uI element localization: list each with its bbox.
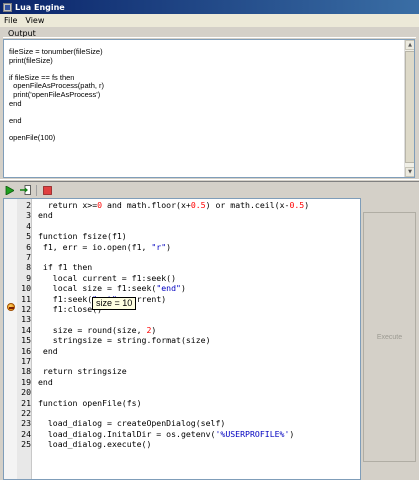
line-number: 2 (26, 200, 31, 210)
output-panel[interactable]: fileSize = tonumber(fileSize) print(fileS… (3, 39, 415, 178)
output-line: print('openFileAsProcess') (9, 89, 101, 99)
code-text[interactable]: function fsize(f1) (38, 231, 127, 241)
execute-label: Execute (376, 333, 403, 341)
run-button[interactable] (3, 184, 16, 196)
code-text[interactable]: return stringsize (38, 366, 127, 376)
line-number: 9 (26, 272, 31, 283)
line-number: 19 (21, 376, 31, 387)
code-line[interactable]: 13 (4, 314, 360, 325)
play-icon (5, 185, 14, 195)
line-number: 17 (21, 356, 31, 366)
code-line[interactable]: 22 (4, 408, 360, 418)
output-line: openFile(100) (9, 132, 56, 142)
variable-tooltip: size = 10 (92, 297, 136, 310)
code-text[interactable]: stringsize = string.format(size) (38, 335, 211, 345)
code-line[interactable]: 17 (4, 356, 360, 366)
output-scrollbar[interactable]: ▲ ▼ (404, 40, 414, 177)
line-number: 11 (21, 293, 31, 304)
output-line: end (9, 115, 22, 125)
code-line[interactable]: 16 end (4, 345, 360, 356)
code-line[interactable]: 18 return stringsize (4, 366, 360, 377)
scroll-up-arrow-icon[interactable]: ▲ (405, 40, 414, 50)
title-bar[interactable]: Lua Engine (0, 0, 419, 14)
code-line[interactable]: 24 load_dialog.InitalDir = os.getenv('%U… (4, 428, 360, 439)
line-number: 15 (21, 335, 31, 346)
code-text[interactable]: local size = f1:seek("end") (38, 283, 186, 293)
line-number: 12 (21, 304, 31, 314)
output-text: fileSize = tonumber(fileSize) print(fileS… (9, 47, 104, 143)
code-line[interactable]: 23 load_dialog = createOpenDialog(self) (4, 418, 360, 429)
tab-divider (3, 37, 416, 38)
code-line[interactable]: 11 f1:seek("set", current) (4, 293, 360, 304)
code-text[interactable]: f1, err = io.open(f1, "r") (38, 242, 171, 252)
line-number: 23 (21, 418, 31, 429)
code-line[interactable]: 3 end (4, 210, 360, 221)
line-number: 18 (21, 366, 31, 377)
code-line[interactable]: 25 load_dialog.execute() (4, 439, 360, 450)
stop-icon (43, 185, 52, 195)
output-line: print(fileSize) (9, 55, 53, 65)
code-text[interactable]: local current = f1:seek() (38, 273, 176, 283)
menu-file[interactable]: File (0, 16, 21, 25)
line-number: 4 (26, 220, 31, 231)
panel-splitter[interactable] (0, 179, 419, 182)
code-line[interactable]: 10 local size = f1:seek("end") (4, 283, 360, 294)
code-line[interactable]: 2 return x>=0 and math.floor(x+0.5) or m… (4, 200, 360, 210)
menu-view[interactable]: View (21, 16, 48, 25)
menu-bar: File View (0, 14, 419, 27)
window-title: Lua Engine (15, 2, 65, 12)
line-number: 8 (26, 262, 31, 273)
line-number: 22 (21, 408, 31, 418)
stop-button[interactable] (41, 184, 54, 196)
step-into-icon (20, 185, 31, 195)
code-text[interactable]: end (38, 346, 58, 356)
step-into-button[interactable] (19, 184, 32, 196)
debug-toolbar (3, 183, 54, 197)
code-line[interactable]: 21 function openFile(fs) (4, 397, 360, 408)
code-text[interactable]: load_dialog.InitalDir = os.getenv('%USER… (38, 429, 295, 439)
line-number: 21 (21, 397, 31, 408)
line-number: 7 (26, 252, 31, 262)
output-line: end (9, 98, 22, 108)
code-line[interactable]: 4 (4, 220, 360, 231)
line-number: 14 (21, 324, 31, 335)
code-line[interactable]: 5 function fsize(f1) (4, 231, 360, 242)
code-line[interactable]: 14 size = round(size, 2) (4, 324, 360, 335)
scroll-thumb[interactable] (405, 51, 414, 163)
code-line[interactable]: 7 (4, 252, 360, 262)
code-text[interactable]: end (38, 210, 53, 220)
line-number: 16 (21, 345, 31, 356)
app-icon (3, 2, 12, 12)
toolbar-separator (36, 184, 37, 196)
code-text[interactable]: load_dialog = createOpenDialog(self) (38, 418, 225, 428)
line-number: 5 (26, 231, 31, 242)
code-line[interactable]: 15 stringsize = string.format(size) (4, 335, 360, 346)
line-number: 6 (26, 241, 31, 252)
code-text[interactable]: if f1 then (38, 262, 92, 272)
line-number: 10 (21, 283, 31, 294)
code-line[interactable]: 12 f1:close() (4, 304, 360, 314)
execute-button[interactable]: Execute (363, 212, 416, 462)
line-number: 24 (21, 428, 31, 439)
line-number: 20 (21, 387, 31, 398)
scroll-down-arrow-icon[interactable]: ▼ (405, 167, 414, 177)
line-number: 25 (21, 439, 31, 450)
code-text[interactable]: return x>=0 and math.floor(x+0.5) or mat… (38, 200, 309, 210)
code-line[interactable]: 8 if f1 then (4, 262, 360, 273)
code-line[interactable]: 19 end (4, 376, 360, 387)
code-text[interactable]: size = round(size, 2) (38, 325, 157, 335)
code-line[interactable]: 20 (4, 387, 360, 398)
line-number: 13 (21, 314, 31, 325)
line-number: 3 (26, 210, 31, 221)
code-text[interactable]: function openFile(fs) (38, 398, 142, 408)
code-editor[interactable]: 2 return x>=0 and math.floor(x+0.5) or m… (3, 198, 361, 480)
code-text[interactable]: load_dialog.execute() (38, 439, 152, 449)
code-line[interactable]: 9 local current = f1:seek() (4, 272, 360, 283)
code-text[interactable]: end (38, 377, 53, 387)
code-line[interactable]: 6 f1, err = io.open(f1, "r") (4, 241, 360, 252)
